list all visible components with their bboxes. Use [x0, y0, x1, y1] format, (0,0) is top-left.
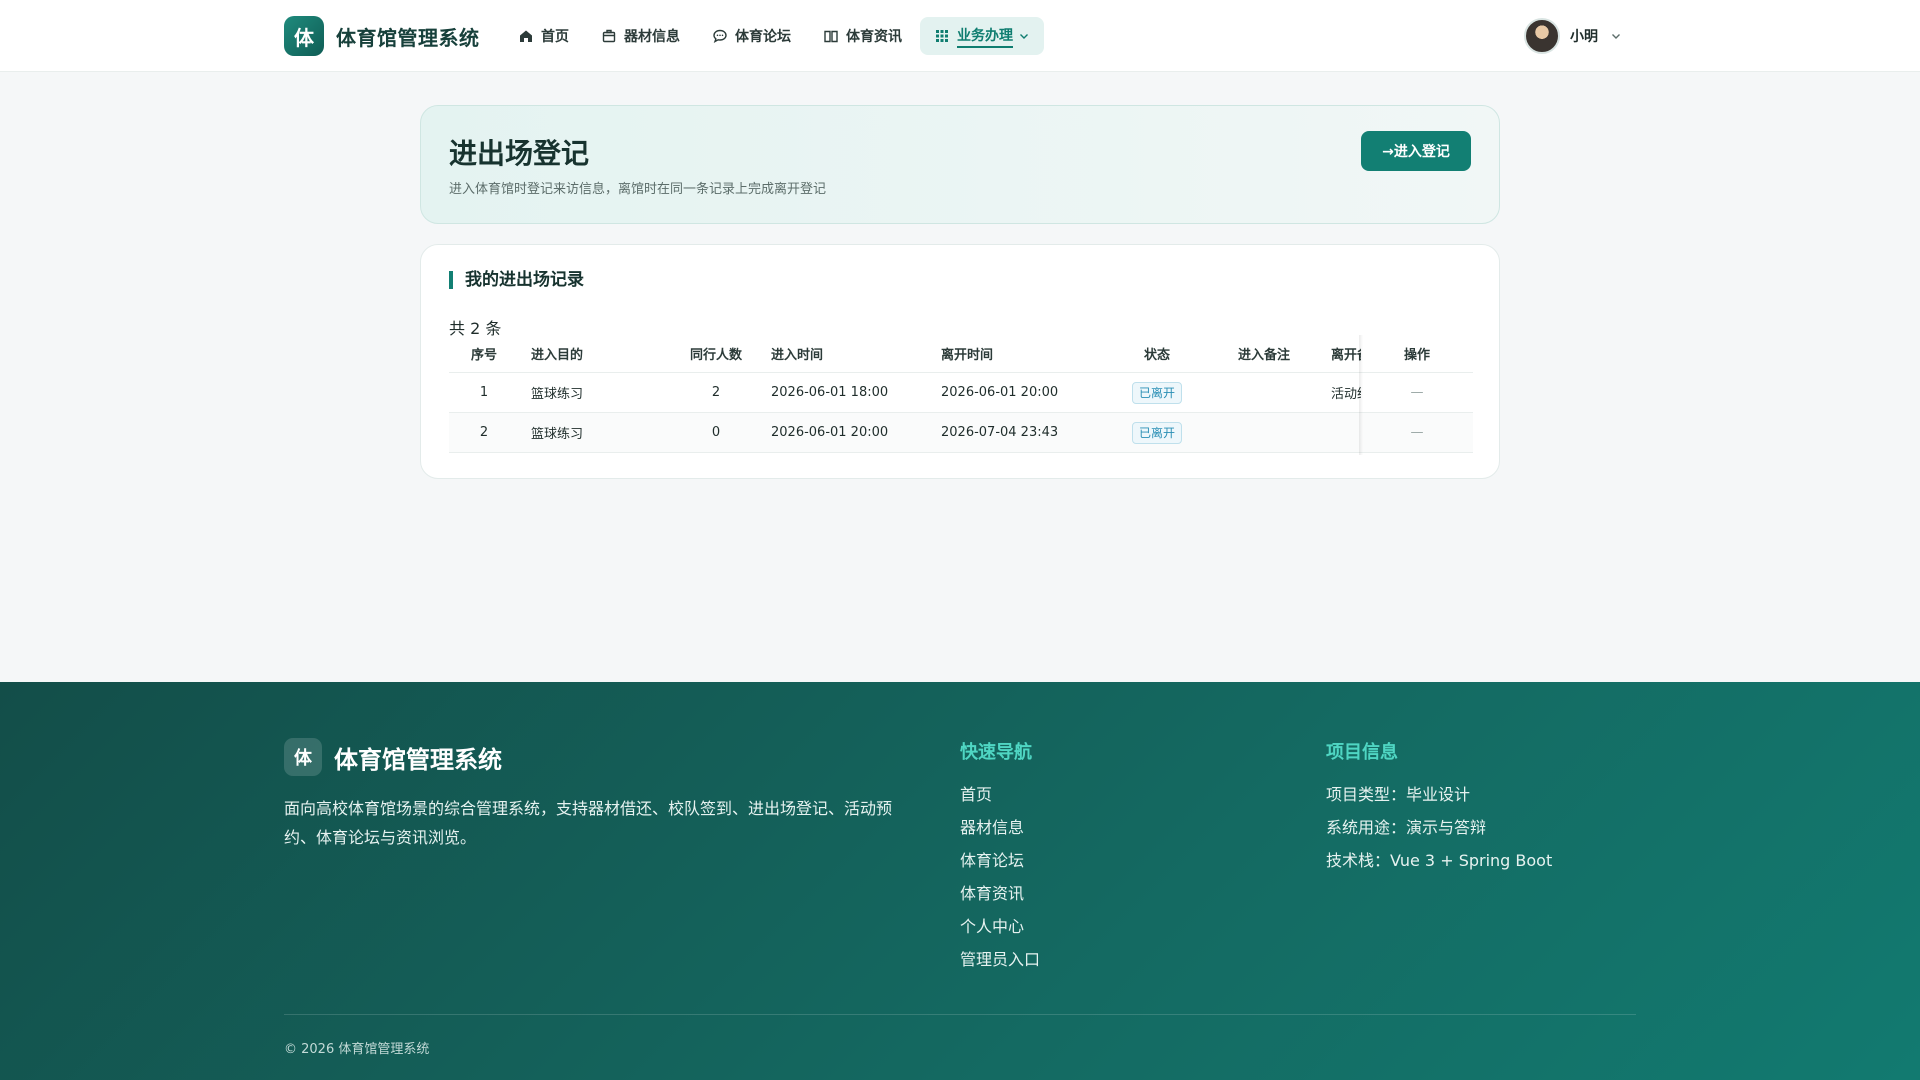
cell-enter-time: 2026-06-01 18:00 [771, 385, 889, 400]
footer-project-info: 项目信息 项目类型：毕业设计 系统用途：演示与答辩 技术栈：Vue 3 + Sp… [1326, 738, 1552, 877]
chevron-down-icon [1020, 34, 1028, 39]
cell-enter-remark [1209, 413, 1319, 452]
footer-info-purpose: 系统用途：演示与答辩 [1326, 818, 1487, 837]
records-table: 序号 进入目的 同行人数 进入时间 离开时间 状态 进入备注 离开备注 操作 1… [449, 335, 1473, 455]
footer-project-title: 项目信息 [1326, 742, 1398, 763]
cell-leave-remark [1331, 413, 1361, 452]
column-header: 同行人数 [689, 348, 742, 363]
footer-link-home[interactable]: 首页 [960, 778, 1040, 811]
footer-link-profile[interactable]: 个人中心 [960, 910, 1040, 943]
cell-companions: 0 [711, 425, 721, 440]
footer-info-stack: 技术栈：Vue 3 + Spring Boot [1326, 851, 1553, 870]
footer-quick-nav-title: 快速导航 [960, 742, 1032, 763]
cell-purpose: 篮球练习 [531, 427, 584, 442]
status-badge: 已离开 [1131, 381, 1182, 404]
footer-divider [284, 1014, 1636, 1015]
cell-leave-time: 2026-06-01 20:00 [941, 385, 1059, 400]
footer-link-news[interactable]: 体育资讯 [960, 877, 1040, 910]
footer-description: 面向高校体育馆场景的综合管理系统，支持器材借还、校队签到、进出场登记、活动预约、… [284, 799, 893, 847]
column-header: 进入时间 [771, 348, 824, 363]
cell-enter-time: 2026-06-01 20:00 [771, 425, 889, 440]
cell-purpose: 篮球练习 [531, 387, 584, 402]
cell-status: 已离开 [1109, 413, 1205, 452]
avatar [1524, 18, 1560, 54]
cell-enter-remark [1209, 373, 1319, 412]
footer-logo: 体 [284, 738, 322, 776]
brand-name: 体育馆管理系统 [336, 25, 480, 50]
cell-leave-remark: 活动结束 [1331, 387, 1361, 402]
column-header: 离开备注 [1331, 348, 1361, 363]
cell-companions: 2 [711, 385, 721, 400]
nav-label: 首页 [541, 29, 569, 45]
column-header: 进入备注 [1237, 348, 1290, 363]
user-menu[interactable]: 小明 [1524, 18, 1622, 54]
book-icon [824, 30, 838, 43]
table-header-row: 序号 进入目的 同行人数 进入时间 离开时间 状态 进入备注 离开备注 操作 [449, 335, 1473, 373]
brand[interactable]: 体 体育馆管理系统 [284, 16, 480, 56]
footer-copyright: © 2026 体育馆管理系统 [284, 1042, 430, 1057]
cell-status: 已离开 [1109, 373, 1205, 412]
box-icon [602, 29, 616, 43]
footer-link-admin[interactable]: 管理员入口 [960, 943, 1040, 976]
status-badge: 已离开 [1131, 421, 1182, 444]
table-row[interactable]: 2 篮球练习 0 2026-06-01 20:00 2026-07-04 23:… [449, 413, 1473, 453]
cell-index: 2 [479, 425, 489, 440]
cell-operation: — [1410, 425, 1424, 440]
footer-brand: 体 体育馆管理系统 [284, 738, 502, 776]
footer-link-forum[interactable]: 体育论坛 [960, 844, 1040, 877]
nav-label: 体育资讯 [846, 29, 902, 45]
column-header: 进入目的 [531, 348, 584, 363]
nav-item-business[interactable]: 业务办理 [920, 17, 1044, 55]
home-icon [520, 30, 532, 42]
grid-icon [936, 30, 948, 42]
column-header: 离开时间 [941, 348, 994, 363]
brand-logo: 体 [284, 16, 324, 56]
hero-card: 进出场登记 进入体育馆时登记来访信息，离馆时在同一条记录上完成离开登记 →进入登… [420, 105, 1500, 224]
footer-info-type: 项目类型：毕业设计 [1326, 785, 1471, 804]
enter-register-button[interactable]: →进入登记 [1361, 131, 1471, 171]
column-header: 序号 [470, 348, 497, 363]
top-header: 体 体育馆管理系统 首页 器材信息 体育论坛 体育资讯 业务办理 小明 [0, 0, 1920, 72]
table-row[interactable]: 1 篮球练习 2 2026-06-01 18:00 2026-06-01 20:… [449, 373, 1473, 413]
footer-quick-nav: 快速导航 首页 器材信息 体育论坛 体育资讯 个人中心 管理员入口 [960, 738, 1040, 976]
footer-brand-name: 体育馆管理系统 [334, 745, 502, 774]
chat-icon [713, 29, 727, 43]
fixed-column-shadow [1359, 335, 1363, 455]
records-title: 我的进出场记录 [449, 271, 584, 289]
nav-label: 器材信息 [624, 29, 680, 45]
cell-index: 1 [479, 385, 489, 400]
main-nav: 首页 器材信息 体育论坛 体育资讯 业务办理 [504, 17, 1044, 55]
user-name: 小明 [1570, 29, 1598, 45]
footer-link-equipment[interactable]: 器材信息 [960, 811, 1040, 844]
chevron-down-icon [1612, 34, 1620, 39]
nav-label: 业务办理 [957, 25, 1013, 48]
records-card: 我的进出场记录 共 2 条 序号 进入目的 同行人数 进入时间 离开时间 状态 … [420, 244, 1500, 479]
page-subtitle: 进入体育馆时登记来访信息，离馆时在同一条记录上完成离开登记 [449, 182, 827, 197]
nav-item-equipment[interactable]: 器材信息 [587, 17, 694, 55]
page-title: 进出场登记 [449, 137, 590, 170]
site-footer: 体 体育馆管理系统 面向高校体育馆场景的综合管理系统，支持器材借还、校队签到、进… [0, 682, 1920, 1080]
column-header: 状态 [1143, 348, 1170, 363]
nav-item-home[interactable]: 首页 [504, 17, 583, 55]
nav-item-forum[interactable]: 体育论坛 [698, 17, 805, 55]
nav-label: 体育论坛 [735, 29, 791, 45]
nav-item-news[interactable]: 体育资讯 [809, 17, 916, 55]
column-header: 操作 [1403, 348, 1430, 363]
cell-operation: — [1410, 385, 1424, 400]
cell-leave-time: 2026-07-04 23:43 [941, 425, 1059, 440]
